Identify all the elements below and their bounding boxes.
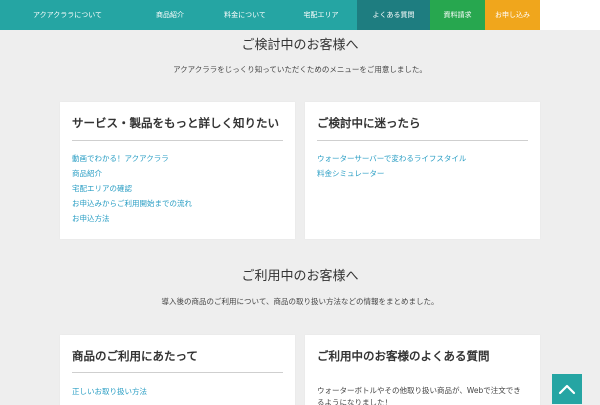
top-nav: アクアクララについて 商品紹介 料金について 宅配エリア よくある質問 資料請求… bbox=[0, 0, 600, 30]
link-signup-flow[interactable]: お申込みからご利用開始までの流れ bbox=[72, 196, 283, 211]
card-title: ご利用中のお客様のよくある質問 bbox=[317, 349, 490, 363]
link-video-intro[interactable]: 動画でわかる！アクアクララ bbox=[72, 151, 283, 166]
card-link-list: 動画でわかる！アクアクララ 商品紹介 宅配エリアの確認 お申込みからご利用開始ま… bbox=[72, 151, 283, 226]
section-desc-prospective: アクアクララをじっくり知っていただくためのメニューをご用意しました。 bbox=[173, 65, 427, 74]
back-to-top-button[interactable] bbox=[552, 374, 582, 404]
nav-spacer bbox=[540, 0, 600, 30]
nav-item-products[interactable]: 商品紹介 bbox=[135, 0, 205, 30]
link-products[interactable]: 商品紹介 bbox=[72, 166, 283, 181]
nav-item-delivery-area[interactable]: 宅配エリア bbox=[285, 0, 357, 30]
section-title-prospective: ご検討中のお客様へ bbox=[241, 38, 359, 53]
card-title: ご検討中に迷ったら bbox=[317, 116, 421, 130]
card-link-list: 正しいお取り扱い方法 bbox=[72, 384, 283, 399]
link-proper-handling[interactable]: 正しいお取り扱い方法 bbox=[72, 384, 283, 399]
card-divider bbox=[317, 140, 528, 141]
card-link-list: ウォーターサーバーで変わるライフスタイル 料金シミュレーター bbox=[317, 151, 528, 181]
card-divider bbox=[72, 372, 283, 373]
section-title-current: ご利用中のお客様へ bbox=[241, 269, 359, 284]
card-divider bbox=[72, 140, 283, 141]
nav-item-about[interactable]: アクアクララについて bbox=[0, 0, 135, 30]
card-title: 商品のご利用にあたって bbox=[72, 349, 198, 363]
card-undecided: ご検討中に迷ったら ウォーターサーバーで変わるライフスタイル 料金シミュレーター bbox=[305, 102, 540, 239]
card-current-faq: ご利用中のお客様のよくある質問 ウォーターボトルやその他取り扱い商品が、Webで… bbox=[305, 335, 540, 405]
card-title: サービス・製品をもっと詳しく知りたい bbox=[72, 116, 279, 130]
card-product-usage: 商品のご利用にあたって 正しいお取り扱い方法 bbox=[60, 335, 295, 405]
link-delivery-area-check[interactable]: 宅配エリアの確認 bbox=[72, 181, 283, 196]
link-how-to-apply[interactable]: お申込方法 bbox=[72, 211, 283, 226]
link-price-simulator[interactable]: 料金シミュレーター bbox=[317, 166, 528, 181]
nav-item-apply[interactable]: お申し込み bbox=[485, 0, 540, 30]
section-desc-current: 導入後の商品のご利用について、商品の取り扱い方法などの情報をまとめました。 bbox=[161, 297, 439, 306]
nav-item-request-materials[interactable]: 資料請求 bbox=[430, 0, 485, 30]
chevron-up-icon bbox=[558, 384, 576, 395]
card-learn-more: サービス・製品をもっと詳しく知りたい 動画でわかる！アクアクララ 商品紹介 宅配… bbox=[60, 102, 295, 239]
nav-item-faq[interactable]: よくある質問 bbox=[357, 0, 430, 30]
link-lifestyle[interactable]: ウォーターサーバーで変わるライフスタイル bbox=[317, 151, 528, 166]
nav-item-pricing[interactable]: 料金について bbox=[205, 0, 285, 30]
card-notice-text: ウォーターボトルやその他取り扱い商品が、Webで注文できるようになりました！ bbox=[317, 386, 521, 405]
